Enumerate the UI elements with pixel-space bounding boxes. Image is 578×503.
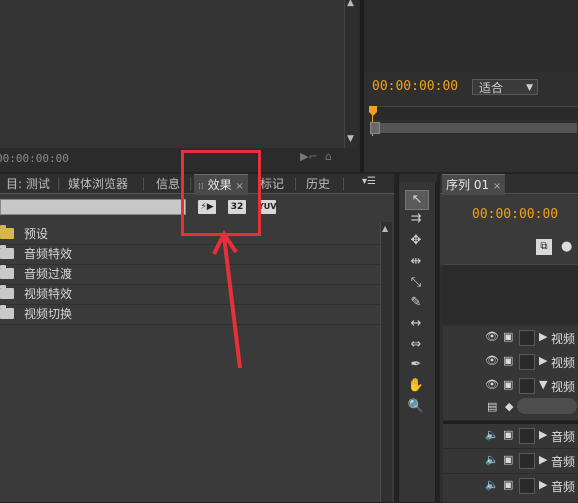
annotation-arrow-shaft	[222, 235, 242, 369]
annotation-arrow	[212, 230, 242, 369]
